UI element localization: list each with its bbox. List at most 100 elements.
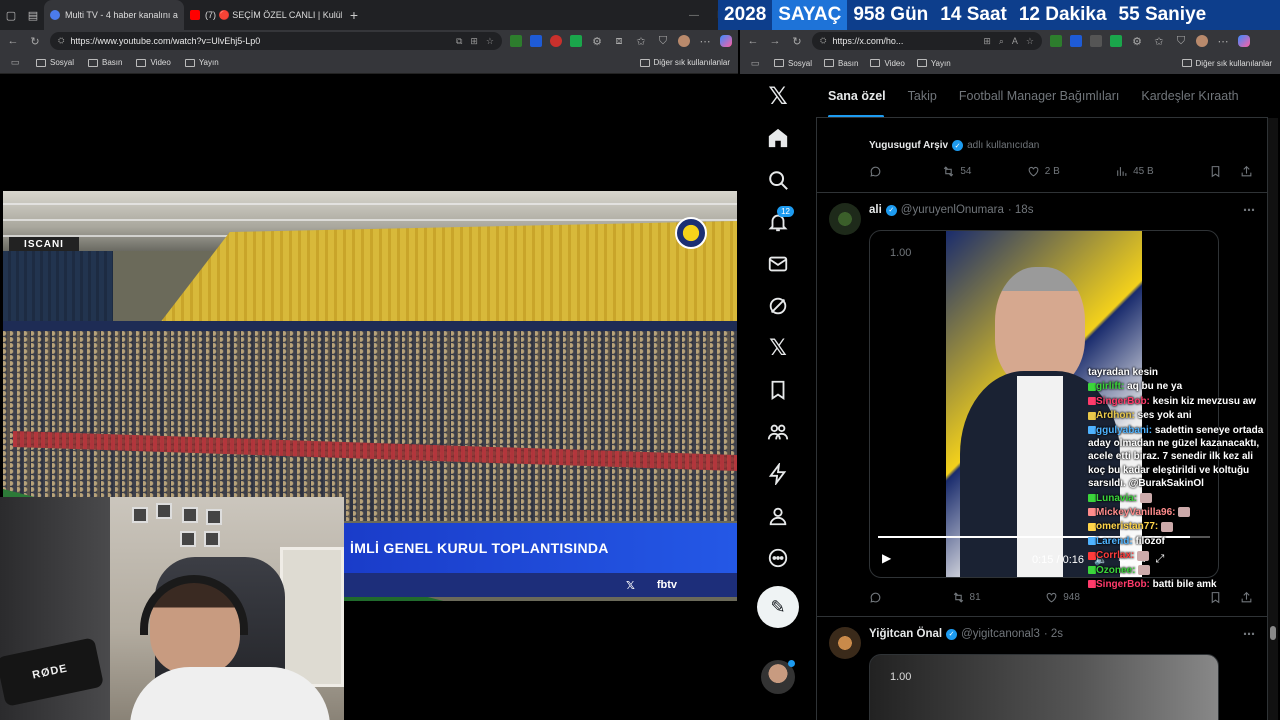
home-icon[interactable] — [758, 118, 798, 158]
bookmark-folder-yayin[interactable]: Yayın — [184, 58, 219, 67]
copilot-icon[interactable] — [1238, 35, 1250, 47]
extension-icon[interactable] — [570, 35, 582, 47]
bookmark-folder-sosyal[interactable]: Sosyal — [774, 59, 812, 68]
bookmark-folder-yayin[interactable]: Yayın — [916, 59, 951, 68]
like-button[interactable]: 2 B — [1027, 165, 1060, 178]
reply-button[interactable] — [869, 165, 887, 178]
post-video[interactable]: 1.00 — [869, 654, 1219, 720]
tab-multi-tv[interactable]: Multi TV - 4 haber kanalını a ✕ — [44, 0, 184, 30]
split-screen-icon[interactable]: ⧈ — [612, 35, 626, 48]
post-more-icon[interactable]: ⋯ — [1243, 203, 1255, 217]
messages-icon[interactable] — [758, 244, 798, 284]
bookmark-folder-basin[interactable]: Basın — [824, 59, 858, 68]
favorites-icon[interactable]: ✩ — [634, 35, 648, 48]
author-avatar[interactable] — [829, 203, 861, 235]
tab-following[interactable]: Takip — [908, 74, 937, 117]
extensions-puzzle-icon[interactable]: ⚙ — [590, 35, 604, 48]
minimize-icon[interactable]: — — [689, 10, 699, 21]
verified-orgs-icon[interactable] — [758, 454, 798, 494]
tab-youtube[interactable]: (7) 🔴 SEÇİM ÖZEL CANLI | Kulüb ✕ — [184, 0, 342, 30]
back-icon[interactable]: ← — [6, 35, 20, 47]
account-avatar[interactable] — [761, 660, 795, 694]
tab-list-football-manager[interactable]: Football Manager Bağımlıları — [959, 74, 1120, 117]
author-handle[interactable]: @yigitcanonal3 — [961, 628, 1040, 640]
extensions-puzzle-icon[interactable]: ⚙ — [1130, 35, 1144, 48]
notifications-icon[interactable]: 12 — [758, 202, 798, 242]
extension-icon[interactable] — [510, 35, 522, 47]
more-menu-icon[interactable]: ⋯ — [698, 35, 712, 48]
post-yigitcan[interactable]: Yiğitcan Önal ✓ @yigitcanonal3 · 2s ⋯ 1.… — [817, 617, 1267, 720]
bookmarks-icon[interactable] — [758, 370, 798, 410]
post-time[interactable]: · 18s — [1008, 204, 1034, 216]
translate-icon[interactable]: ⧉ — [456, 36, 462, 47]
window-menu-icon[interactable]: ▢ — [0, 0, 22, 30]
communities-icon[interactable] — [758, 412, 798, 452]
more-icon[interactable] — [758, 538, 798, 578]
playback-speed[interactable]: 1.00 — [890, 247, 911, 259]
bookmark-folder-video[interactable]: Video — [870, 59, 905, 68]
favorite-star-icon[interactable]: ☆ — [1026, 36, 1034, 47]
like-button[interactable]: 948 — [1045, 591, 1080, 604]
other-bookmarks-folder[interactable]: Diğer sık kullanılanlar — [1181, 59, 1272, 68]
forward-icon[interactable]: → — [768, 35, 782, 47]
views-button[interactable]: 45 B — [1115, 165, 1154, 178]
favorites-icon[interactable]: ✩ — [1152, 35, 1166, 48]
more-menu-icon[interactable]: ⋯ — [1216, 35, 1230, 48]
x-logo-icon[interactable]: 𝕏 — [758, 76, 798, 116]
extension-icon[interactable] — [1070, 35, 1082, 47]
profile-avatar-icon[interactable] — [678, 35, 690, 47]
compose-post-button[interactable]: ✎ — [757, 586, 799, 628]
tab-actions-icon[interactable]: ▤ — [22, 0, 44, 30]
back-icon[interactable]: ← — [746, 35, 760, 47]
author-avatar[interactable] — [829, 627, 861, 659]
new-tab-button[interactable]: + — [342, 7, 366, 23]
tab-for-you[interactable]: Sana özel — [828, 74, 886, 117]
shield-icon[interactable]: ⛉ — [656, 35, 670, 48]
playback-speed[interactable]: 1.00 — [890, 671, 911, 683]
left-url-field[interactable]: ⛭ https://www.youtube.com/watch?v=UlvEhj… — [50, 32, 502, 50]
search-icon[interactable] — [758, 160, 798, 200]
reading-list-icon[interactable]: ▭ — [8, 57, 22, 68]
share-icon[interactable] — [1240, 591, 1253, 604]
grok-icon[interactable] — [758, 286, 798, 326]
play-button[interactable]: ▶ — [882, 551, 891, 565]
post-more-icon[interactable]: ⋯ — [1243, 627, 1255, 641]
author-handle[interactable]: @yuruyenlOnumara — [901, 204, 1004, 216]
reading-list-icon[interactable]: ▭ — [748, 58, 762, 69]
right-url-field[interactable]: ⛭ https://x.com/ho... ⊞ ⌕ A ☆ — [812, 32, 1042, 50]
profile-avatar-icon[interactable] — [1196, 35, 1208, 47]
apps-icon[interactable]: ⊞ — [470, 36, 478, 47]
repost-button[interactable]: 54 — [942, 165, 971, 178]
extension-icon[interactable] — [530, 35, 542, 47]
bookmark-icon[interactable] — [1209, 165, 1222, 178]
favorite-star-icon[interactable]: ☆ — [486, 36, 494, 47]
other-bookmarks-folder[interactable]: Diğer sık kullanılanlar — [639, 58, 730, 67]
zoom-icon[interactable]: ⌕ — [999, 36, 1004, 47]
tab-list-kardesler[interactable]: Kardeşler Kıraath — [1141, 74, 1238, 117]
repost-button[interactable]: 81 — [952, 591, 981, 604]
shield-icon[interactable]: ⛉ — [1174, 35, 1188, 48]
reload-icon[interactable]: ↻ — [790, 35, 804, 48]
share-icon[interactable] — [1240, 165, 1253, 178]
site-info-icon[interactable]: ⛭ — [820, 36, 826, 46]
read-aloud-icon[interactable]: A — [1012, 36, 1018, 47]
author-name[interactable]: ali — [869, 204, 882, 216]
site-info-icon[interactable]: ⛭ — [58, 36, 64, 46]
x-premium-icon[interactable]: 𝕏 — [758, 328, 798, 368]
bookmark-icon[interactable] — [1209, 591, 1222, 604]
copilot-icon[interactable] — [720, 35, 732, 47]
bookmark-folder-sosyal[interactable]: Sosyal — [36, 58, 74, 67]
scrollbar-thumb[interactable] — [1270, 626, 1276, 640]
extension-icon[interactable] — [1110, 35, 1122, 47]
extension-icon[interactable] — [1050, 35, 1062, 47]
post-time[interactable]: · 2s — [1044, 628, 1063, 640]
apps-icon[interactable]: ⊞ — [983, 36, 991, 47]
reload-icon[interactable]: ↻ — [28, 35, 42, 48]
bookmark-folder-video[interactable]: Video — [136, 58, 171, 67]
reply-button[interactable] — [869, 591, 887, 604]
extension-icon[interactable] — [1090, 35, 1102, 47]
post-previous[interactable]: Yugusuguf Arşiv ✓ adlı kullanıcıdan 54 2… — [817, 118, 1267, 193]
profile-icon[interactable] — [758, 496, 798, 536]
extension-icon[interactable] — [550, 35, 562, 47]
bookmark-folder-basin[interactable]: Basın — [88, 58, 122, 67]
